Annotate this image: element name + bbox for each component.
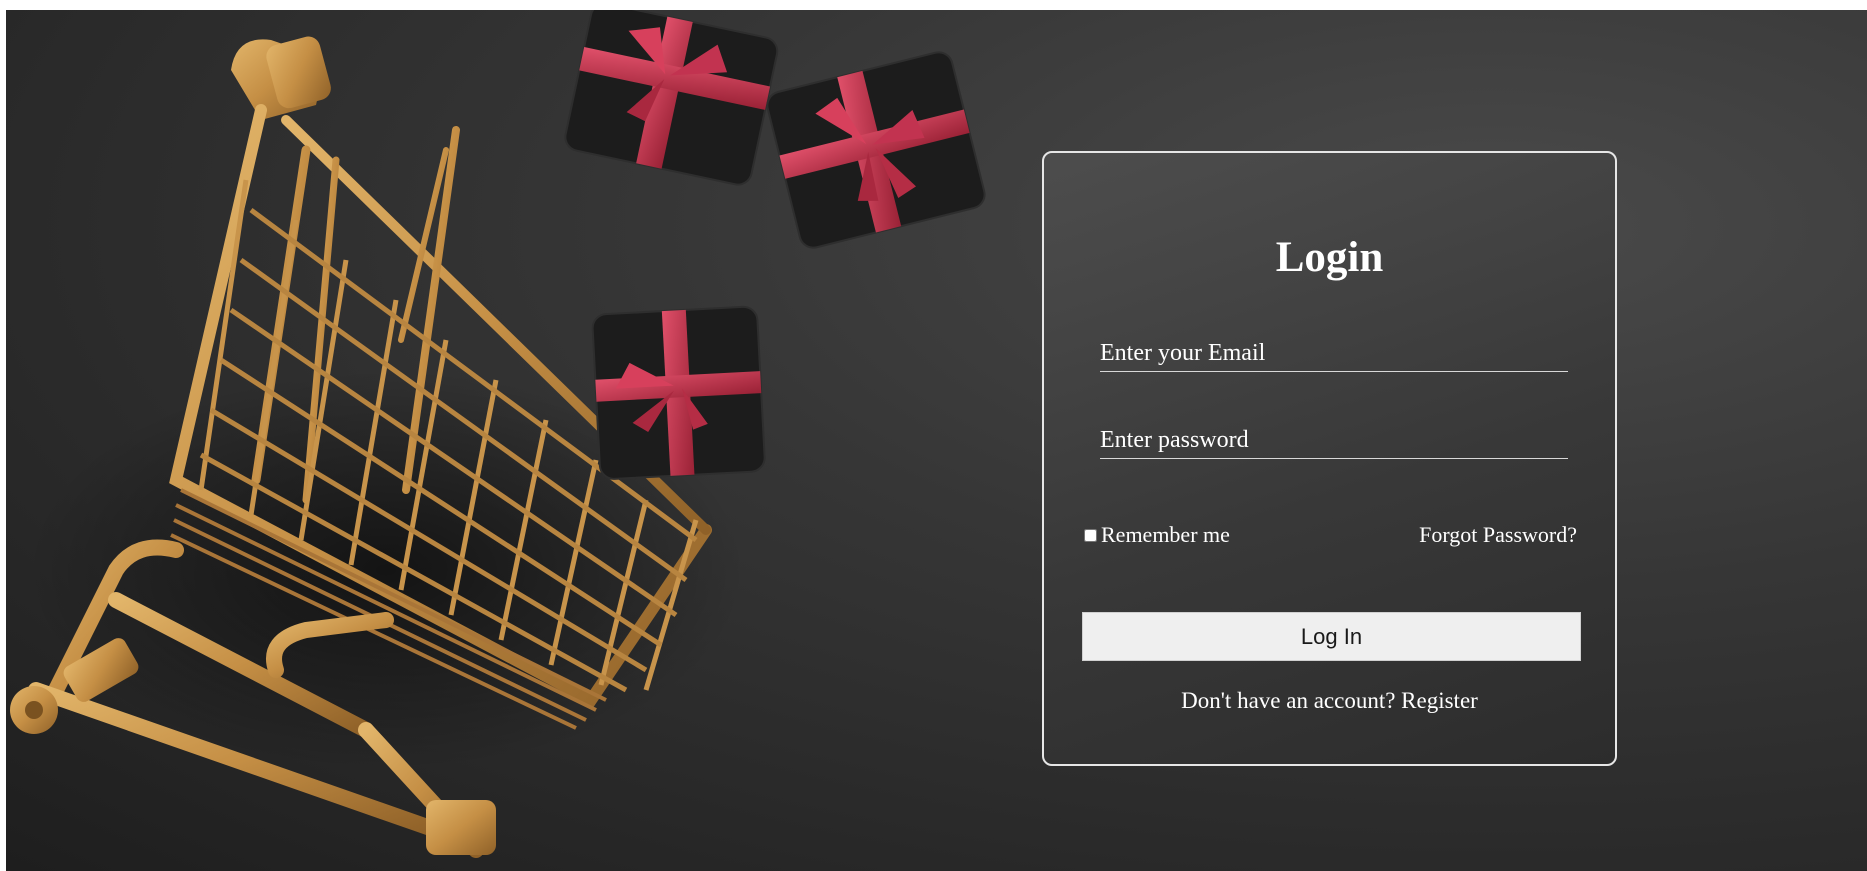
register-prompt-text: Don't have an account?: [1181, 688, 1396, 713]
login-card: Login Remember me Forgot Password? Log I…: [1042, 151, 1617, 766]
remember-me-label: Remember me: [1101, 522, 1230, 547]
remember-me-checkbox[interactable]: [1084, 528, 1097, 542]
remember-me[interactable]: Remember me: [1084, 522, 1230, 548]
register-prompt-line: Don't have an account? Register: [1044, 688, 1615, 714]
login-button[interactable]: Log In: [1082, 612, 1581, 661]
page-background: Login Remember me Forgot Password? Log I…: [6, 10, 1867, 871]
gift-box-icon: [766, 51, 986, 249]
gift-box-icon: [564, 10, 779, 186]
email-field-wrapper: [1100, 335, 1568, 372]
password-field-wrapper: [1100, 422, 1568, 459]
gift-box-icon: [591, 305, 766, 480]
forgot-password-link[interactable]: Forgot Password?: [1419, 522, 1577, 548]
password-input[interactable]: [1100, 422, 1568, 458]
login-options-row: Remember me Forgot Password?: [1084, 520, 1577, 550]
email-input[interactable]: [1100, 335, 1568, 371]
login-title: Login: [1275, 234, 1384, 281]
register-link[interactable]: Register: [1401, 688, 1478, 713]
